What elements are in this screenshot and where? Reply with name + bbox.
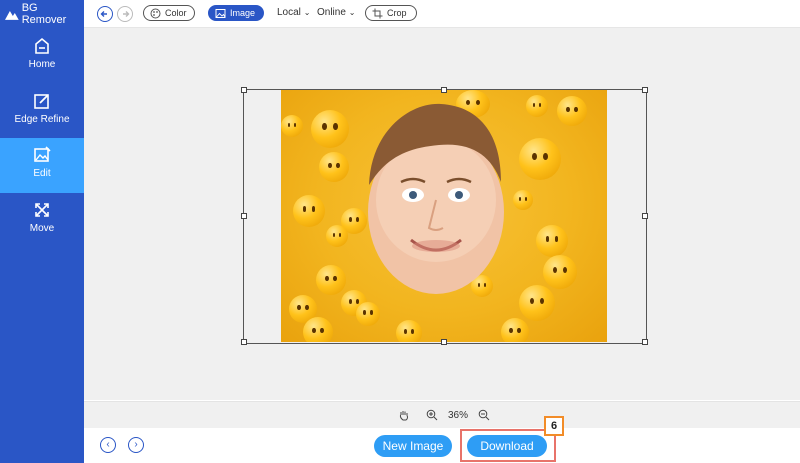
crop-label: Crop xyxy=(387,8,407,18)
resize-handle-top[interactable] xyxy=(441,87,447,93)
step-badge: 6 xyxy=(544,416,564,436)
move-icon xyxy=(35,203,49,217)
sidebar-item-edit[interactable]: Edit xyxy=(0,138,84,193)
sidebar: BG Remover Home Edge Refine Edit Move xyxy=(0,0,84,463)
app-title: BG Remover xyxy=(21,1,67,26)
image-edit-icon xyxy=(34,146,51,162)
app-brand: BG Remover xyxy=(0,0,84,27)
resize-handle-right[interactable] xyxy=(642,213,648,219)
chevron-left-icon: ‹ xyxy=(106,439,110,450)
zoom-in-icon[interactable] xyxy=(426,409,438,421)
crop-button[interactable]: Crop xyxy=(365,5,417,21)
online-label: Online xyxy=(317,7,346,18)
sidebar-item-edge-refine[interactable]: Edge Refine xyxy=(0,84,84,139)
new-image-label: New Image xyxy=(382,439,444,453)
undo-button[interactable] xyxy=(97,6,113,22)
hand-pan-icon[interactable] xyxy=(398,409,410,421)
resize-handle-left[interactable] xyxy=(241,213,247,219)
chevron-down-icon: ⌄ xyxy=(348,8,356,17)
undo-icon xyxy=(100,11,107,17)
previous-button[interactable]: ‹ xyxy=(100,437,116,453)
emoji-decoration xyxy=(396,320,422,342)
local-label: Local xyxy=(277,7,301,18)
chevron-down-icon: ⌄ xyxy=(303,8,311,17)
next-button[interactable]: › xyxy=(128,437,144,453)
emoji-decoration xyxy=(519,138,561,180)
sidebar-item-home[interactable]: Home xyxy=(0,29,84,84)
sidebar-item-label: Edit xyxy=(33,168,51,179)
resize-handle-bottom-left[interactable] xyxy=(241,339,247,345)
sidebar-item-label: Edge Refine xyxy=(14,114,70,125)
palette-icon xyxy=(150,8,161,18)
editor-canvas xyxy=(84,28,800,400)
download-label: Download xyxy=(480,439,534,453)
emoji-decoration xyxy=(316,265,346,295)
sidebar-item-move[interactable]: Move xyxy=(0,193,84,248)
image-icon xyxy=(215,8,226,18)
emoji-decoration xyxy=(501,318,529,342)
emoji-decoration xyxy=(519,285,555,321)
image-mode-button[interactable]: Image xyxy=(208,5,264,21)
zoom-bar: 36% xyxy=(84,401,800,428)
emoji-decoration xyxy=(293,195,325,227)
crop-icon xyxy=(372,8,383,18)
new-image-button[interactable]: New Image xyxy=(374,435,452,457)
edited-image xyxy=(281,90,607,342)
redo-button[interactable] xyxy=(117,6,133,22)
image-mode-label: Image xyxy=(230,8,256,18)
emoji-decoration xyxy=(557,96,587,126)
emoji-decoration xyxy=(356,302,380,326)
color-mode-label: Color xyxy=(165,8,187,18)
home-icon xyxy=(35,37,49,54)
resize-handle-bottom-right[interactable] xyxy=(642,339,648,345)
local-dropdown[interactable]: Local ⌄ xyxy=(277,7,310,18)
edit-icon xyxy=(34,94,49,109)
sidebar-item-label: Home xyxy=(28,59,56,70)
emoji-decoration xyxy=(319,152,349,182)
resize-handle-top-right[interactable] xyxy=(642,87,648,93)
emoji-decoration xyxy=(543,255,577,289)
resize-handle-bottom[interactable] xyxy=(441,339,447,345)
emoji-decoration xyxy=(281,115,303,137)
emoji-decoration xyxy=(526,95,548,117)
emoji-decoration xyxy=(513,190,533,210)
redo-icon xyxy=(123,11,130,17)
footer-bar: ‹ › New Image Download 6 xyxy=(84,416,800,463)
emoji-decoration xyxy=(311,110,349,148)
emoji-decoration xyxy=(536,225,568,257)
zoom-level: 36% xyxy=(448,410,469,421)
mountain-logo-icon xyxy=(5,10,19,20)
chevron-right-icon: › xyxy=(134,439,138,450)
emoji-decoration xyxy=(303,317,333,342)
cutout-face xyxy=(368,103,504,294)
resize-handle-top-left[interactable] xyxy=(241,87,247,93)
download-button[interactable]: Download xyxy=(467,435,547,457)
sidebar-item-label: Move xyxy=(29,223,55,234)
online-dropdown[interactable]: Online ⌄ xyxy=(317,7,355,18)
zoom-out-icon[interactable] xyxy=(478,409,490,421)
top-toolbar: Color Image Local ⌄ Online ⌄ Crop xyxy=(84,0,800,28)
emoji-decoration xyxy=(326,225,348,247)
color-mode-button[interactable]: Color xyxy=(143,5,195,21)
